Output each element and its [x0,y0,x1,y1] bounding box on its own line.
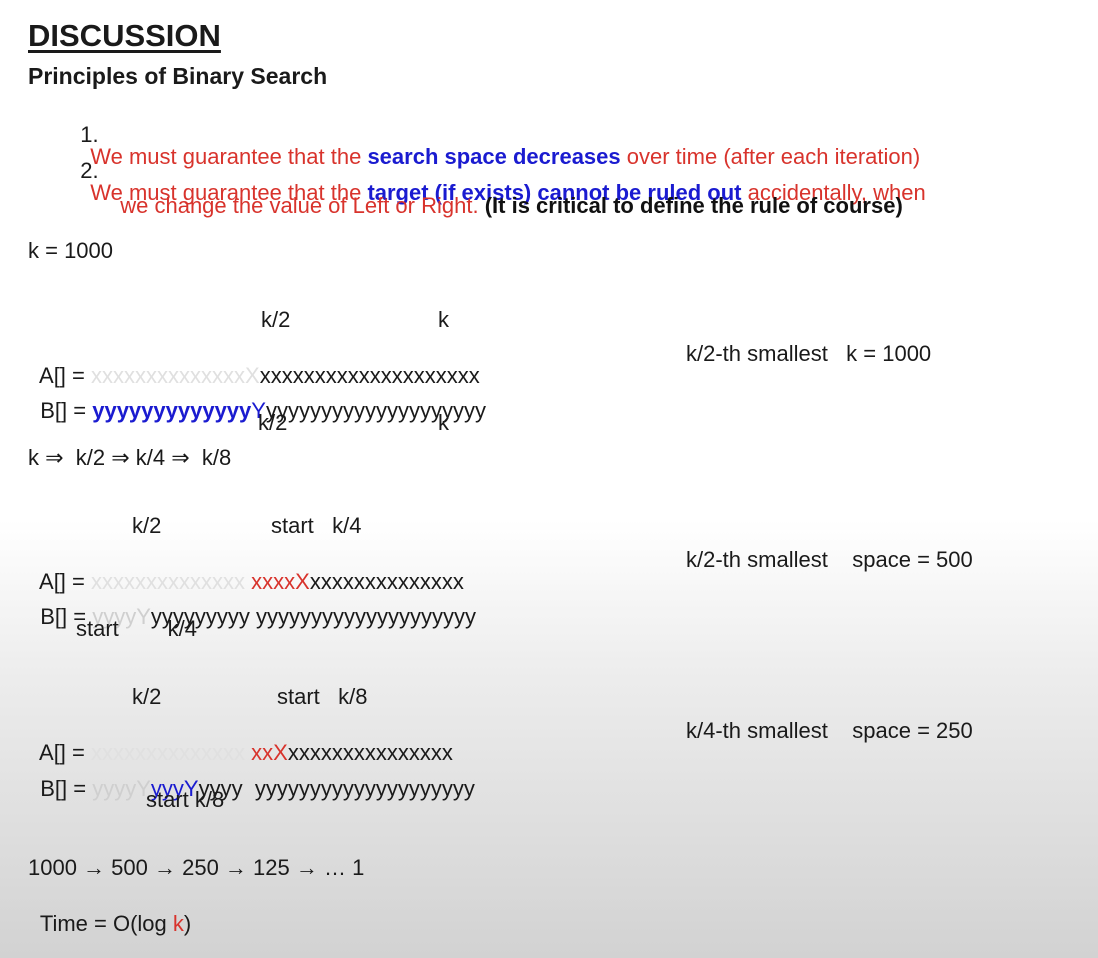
halving-sequence: 1000 → 500 → 250 → 125 → … 1 [28,855,365,880]
array-b-label: B[] = [40,776,93,801]
block2-note: k/2-th smallest space = 500 [686,547,973,572]
block3-top-label-start: start k/8 [277,684,368,709]
block1-bottom-label-k2: k/2 [258,410,288,435]
time-suffix: ) [183,911,192,936]
block2-top-label-k2: k/2 [132,513,162,538]
reduction-sequence: k ⇒ k/2 ⇒ k/4 ⇒ k/8 [28,445,232,470]
array-b-faded: yyyyY [92,776,151,801]
block1-note: k/2-th smallest k = 1000 [686,341,932,366]
block3-note: k/4-th smallest space = 250 [686,718,973,743]
block2-top-label-start: start k/4 [271,513,362,538]
array-b-rest: yyyyyyyyyyyyyyyyyyyy [265,398,486,423]
principle-2-note: (It is critical to define the rule of co… [484,193,903,218]
principle-2-line2: we change the value of Left or Right. [120,193,479,218]
array-b-highlight: yyyyyyyyyyyyy [92,398,252,423]
array-b-rest2: yyyyyyyyyyyyyyyyyyyy [256,604,477,629]
block2-bottom-label: start k/4 [76,616,198,641]
block3-array-b: B[] = yyyyYyyyYyyyy yyyyyyyyyyyyyyyyyyyy [28,756,475,800]
page-title: DISCUSSION [28,18,221,53]
block1-top-label-k: k [438,307,449,332]
time-complexity: Time = O(log k) [28,891,191,935]
time-prefix: Time = O(log [39,911,173,936]
block1-array-b: B[] = yyyyyyyyyyyyyYyyyyyyyyyyyyyyyyyyyy [28,378,486,422]
principle-2-continued: we change the value of Left or Right. (I… [108,173,903,217]
block1-bottom-label-k: k [438,410,449,435]
array-b-label: B[] = [40,398,93,423]
block1-top-label-k2: k/2 [261,307,291,332]
block3-top-label-k2: k/2 [132,684,162,709]
block3-bottom-label: start k/8 [146,787,225,812]
section-subtitle: Principles of Binary Search [28,63,328,89]
array-b-rest2: yyyyyyyyyyyyyyyyyyyy [254,776,475,801]
k-value: k = 1000 [28,238,114,263]
time-variable: k [172,911,184,936]
